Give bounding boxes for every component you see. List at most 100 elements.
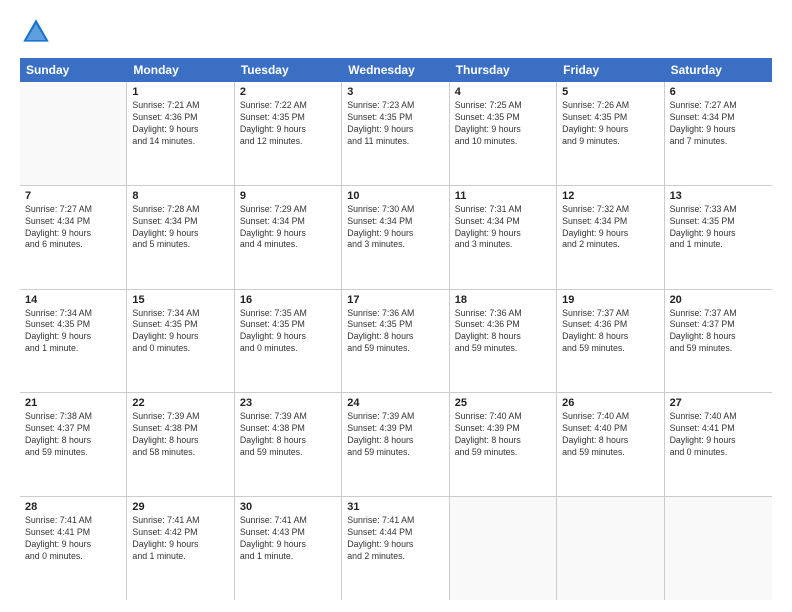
cell-info: Sunrise: 7:39 AM Sunset: 4:39 PM Dayligh…	[347, 411, 443, 459]
calendar-cell: 6 Sunrise: 7:27 AM Sunset: 4:34 PM Daylig…	[665, 82, 772, 185]
calendar-body: 1 Sunrise: 7:21 AM Sunset: 4:36 PM Daylig…	[20, 82, 772, 600]
calendar-cell: 5 Sunrise: 7:26 AM Sunset: 4:35 PM Daylig…	[557, 82, 664, 185]
cell-info: Sunrise: 7:37 AM Sunset: 4:37 PM Dayligh…	[670, 308, 767, 356]
day-number: 23	[240, 397, 336, 409]
cell-info: Sunrise: 7:41 AM Sunset: 4:42 PM Dayligh…	[132, 515, 228, 563]
day-number: 21	[25, 397, 121, 409]
calendar-cell: 3 Sunrise: 7:23 AM Sunset: 4:35 PM Daylig…	[342, 82, 449, 185]
day-number: 3	[347, 86, 443, 98]
weekday-header: Monday	[127, 58, 234, 82]
day-number: 18	[455, 294, 551, 306]
calendar-cell: 21 Sunrise: 7:38 AM Sunset: 4:37 PM Dayli…	[20, 393, 127, 496]
weekday-header: Friday	[557, 58, 664, 82]
calendar: SundayMondayTuesdayWednesdayThursdayFrid…	[20, 58, 772, 600]
calendar-cell: 19 Sunrise: 7:37 AM Sunset: 4:36 PM Dayli…	[557, 290, 664, 393]
calendar-cell: 20 Sunrise: 7:37 AM Sunset: 4:37 PM Dayli…	[665, 290, 772, 393]
calendar-cell: 27 Sunrise: 7:40 AM Sunset: 4:41 PM Dayli…	[665, 393, 772, 496]
day-number: 6	[670, 86, 767, 98]
calendar-cell: 15 Sunrise: 7:34 AM Sunset: 4:35 PM Dayli…	[127, 290, 234, 393]
day-number: 7	[25, 190, 121, 202]
calendar-cell: 31Sunrise: 7:41 AM Sunset: 4:44 PM Dayli…	[342, 497, 449, 600]
day-number: 31	[347, 501, 443, 513]
logo	[20, 16, 56, 48]
day-number: 29	[132, 501, 228, 513]
day-number: 8	[132, 190, 228, 202]
day-number: 22	[132, 397, 228, 409]
calendar-cell: 1 Sunrise: 7:21 AM Sunset: 4:36 PM Daylig…	[127, 82, 234, 185]
weekday-header: Sunday	[20, 58, 127, 82]
day-number: 13	[670, 190, 767, 202]
day-number: 26	[562, 397, 658, 409]
calendar-header: SundayMondayTuesdayWednesdayThursdayFrid…	[20, 58, 772, 82]
calendar-cell: 11 Sunrise: 7:31 AM Sunset: 4:34 PM Dayli…	[450, 186, 557, 289]
day-number: 11	[455, 190, 551, 202]
weekday-header: Wednesday	[342, 58, 449, 82]
day-number: 20	[670, 294, 767, 306]
day-number: 14	[25, 294, 121, 306]
calendar-cell: 9Sunrise: 7:29 AM Sunset: 4:34 PM Daylig…	[235, 186, 342, 289]
cell-info: Sunrise: 7:22 AM Sunset: 4:35 PM Dayligh…	[240, 100, 336, 148]
day-number: 28	[25, 501, 121, 513]
cell-info: Sunrise: 7:23 AM Sunset: 4:35 PM Dayligh…	[347, 100, 443, 148]
page: SundayMondayTuesdayWednesdayThursdayFrid…	[0, 0, 792, 612]
calendar-cell: 22 Sunrise: 7:39 AM Sunset: 4:38 PM Dayli…	[127, 393, 234, 496]
day-number: 30	[240, 501, 336, 513]
cell-info: Sunrise: 7:36 AM Sunset: 4:36 PM Dayligh…	[455, 308, 551, 356]
cell-info: Sunrise: 7:21 AM Sunset: 4:36 PM Dayligh…	[132, 100, 228, 148]
weekday-header: Saturday	[665, 58, 772, 82]
weekday-header: Thursday	[450, 58, 557, 82]
calendar-row: 28 Sunrise: 7:41 AM Sunset: 4:41 PM Dayli…	[20, 497, 772, 600]
calendar-cell: 16Sunrise: 7:35 AM Sunset: 4:35 PM Dayli…	[235, 290, 342, 393]
cell-info: Sunrise: 7:39 AM Sunset: 4:38 PM Dayligh…	[240, 411, 336, 459]
cell-info: Sunrise: 7:36 AM Sunset: 4:35 PM Dayligh…	[347, 308, 443, 356]
day-number: 15	[132, 294, 228, 306]
day-number: 19	[562, 294, 658, 306]
calendar-cell	[20, 82, 127, 185]
day-number: 10	[347, 190, 443, 202]
cell-info: Sunrise: 7:31 AM Sunset: 4:34 PM Dayligh…	[455, 204, 551, 252]
calendar-cell: 18 Sunrise: 7:36 AM Sunset: 4:36 PM Dayli…	[450, 290, 557, 393]
calendar-cell: 25Sunrise: 7:40 AM Sunset: 4:39 PM Dayli…	[450, 393, 557, 496]
calendar-cell: 28 Sunrise: 7:41 AM Sunset: 4:41 PM Dayli…	[20, 497, 127, 600]
cell-info: Sunrise: 7:28 AM Sunset: 4:34 PM Dayligh…	[132, 204, 228, 252]
cell-info: Sunrise: 7:27 AM Sunset: 4:34 PM Dayligh…	[25, 204, 121, 252]
day-number: 5	[562, 86, 658, 98]
calendar-cell: 4Sunrise: 7:25 AM Sunset: 4:35 PM Daylig…	[450, 82, 557, 185]
cell-info: Sunrise: 7:27 AM Sunset: 4:34 PM Dayligh…	[670, 100, 767, 148]
cell-info: Sunrise: 7:38 AM Sunset: 4:37 PM Dayligh…	[25, 411, 121, 459]
header	[20, 16, 772, 48]
calendar-cell: 12 Sunrise: 7:32 AM Sunset: 4:34 PM Dayli…	[557, 186, 664, 289]
cell-info: Sunrise: 7:37 AM Sunset: 4:36 PM Dayligh…	[562, 308, 658, 356]
calendar-cell	[665, 497, 772, 600]
day-number: 12	[562, 190, 658, 202]
calendar-cell	[450, 497, 557, 600]
calendar-cell: 7 Sunrise: 7:27 AM Sunset: 4:34 PM Daylig…	[20, 186, 127, 289]
calendar-row: 21 Sunrise: 7:38 AM Sunset: 4:37 PM Dayli…	[20, 393, 772, 497]
day-number: 25	[455, 397, 551, 409]
calendar-cell: 23 Sunrise: 7:39 AM Sunset: 4:38 PM Dayli…	[235, 393, 342, 496]
cell-info: Sunrise: 7:26 AM Sunset: 4:35 PM Dayligh…	[562, 100, 658, 148]
cell-info: Sunrise: 7:30 AM Sunset: 4:34 PM Dayligh…	[347, 204, 443, 252]
cell-info: Sunrise: 7:40 AM Sunset: 4:41 PM Dayligh…	[670, 411, 767, 459]
calendar-cell: 10 Sunrise: 7:30 AM Sunset: 4:34 PM Dayli…	[342, 186, 449, 289]
calendar-cell: 26 Sunrise: 7:40 AM Sunset: 4:40 PM Dayli…	[557, 393, 664, 496]
calendar-cell: 30 Sunrise: 7:41 AM Sunset: 4:43 PM Dayli…	[235, 497, 342, 600]
cell-info: Sunrise: 7:41 AM Sunset: 4:43 PM Dayligh…	[240, 515, 336, 563]
cell-info: Sunrise: 7:40 AM Sunset: 4:40 PM Dayligh…	[562, 411, 658, 459]
calendar-cell: 24 Sunrise: 7:39 AM Sunset: 4:39 PM Dayli…	[342, 393, 449, 496]
cell-info: Sunrise: 7:35 AM Sunset: 4:35 PM Dayligh…	[240, 308, 336, 356]
cell-info: Sunrise: 7:29 AM Sunset: 4:34 PM Dayligh…	[240, 204, 336, 252]
cell-info: Sunrise: 7:39 AM Sunset: 4:38 PM Dayligh…	[132, 411, 228, 459]
day-number: 27	[670, 397, 767, 409]
calendar-row: 1 Sunrise: 7:21 AM Sunset: 4:36 PM Daylig…	[20, 82, 772, 186]
calendar-cell: 14Sunrise: 7:34 AM Sunset: 4:35 PM Dayli…	[20, 290, 127, 393]
cell-info: Sunrise: 7:32 AM Sunset: 4:34 PM Dayligh…	[562, 204, 658, 252]
calendar-cell: 8 Sunrise: 7:28 AM Sunset: 4:34 PM Daylig…	[127, 186, 234, 289]
calendar-row: 7 Sunrise: 7:27 AM Sunset: 4:34 PM Daylig…	[20, 186, 772, 290]
cell-info: Sunrise: 7:33 AM Sunset: 4:35 PM Dayligh…	[670, 204, 767, 252]
weekday-header: Tuesday	[235, 58, 342, 82]
cell-info: Sunrise: 7:41 AM Sunset: 4:41 PM Dayligh…	[25, 515, 121, 563]
day-number: 24	[347, 397, 443, 409]
cell-info: Sunrise: 7:34 AM Sunset: 4:35 PM Dayligh…	[132, 308, 228, 356]
day-number: 1	[132, 86, 228, 98]
